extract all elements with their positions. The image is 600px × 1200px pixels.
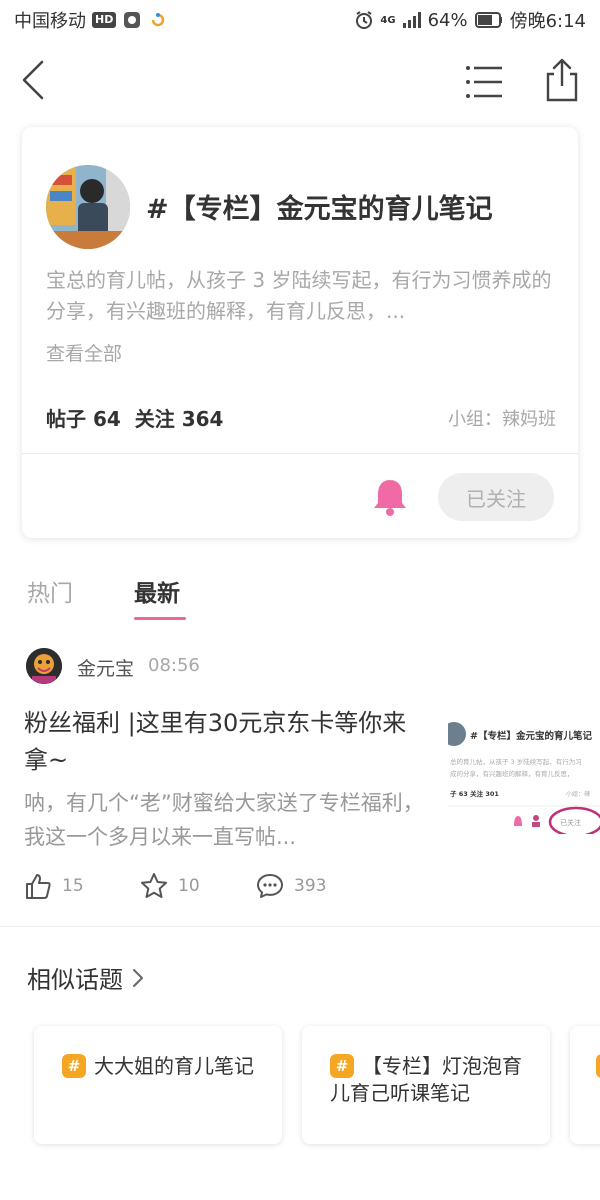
topic-card: #【专栏】金元宝的育儿笔记 宝总的育儿帖，从孩子 3 岁陆续写起，有行为习惯养成…	[22, 127, 578, 538]
status-bar-left: 中国移动 HD	[14, 7, 168, 33]
see-all-link[interactable]: 查看全部	[46, 339, 122, 366]
status-bar: 中国移动 HD 4G 64% 傍晚6:14	[0, 0, 600, 40]
similar-topic-label: 【专栏】灯泡泡育儿育己听课笔记	[330, 1054, 522, 1105]
share-button[interactable]	[540, 56, 584, 104]
chevron-right-icon	[133, 968, 143, 987]
menu-list-button[interactable]	[462, 62, 506, 102]
post-title[interactable]: 粉丝福利 |这里有30元京东卡等你来拿~	[24, 705, 424, 779]
nav-bar	[0, 44, 600, 120]
battery-icon	[474, 10, 504, 30]
back-arrow-icon	[22, 60, 44, 100]
topic-avatar	[46, 165, 130, 249]
similar-topic-label: 大大姐的育儿笔记	[94, 1054, 254, 1078]
battery-percent: 64%	[427, 9, 468, 31]
like-button[interactable]: 15	[24, 872, 84, 900]
thumbnail-screenshot: #【专栏】金元宝的育儿笔记 总的育儿帖，从孩子 3 岁陆续写起，有行为习 成的分…	[448, 712, 600, 834]
sync-notification-icon	[148, 10, 168, 30]
post-author-avatar[interactable]	[26, 648, 62, 684]
post-excerpt[interactable]: 呐，有几个“老”财蜜给大家送了专栏福利，我这一个多月以来一直写帖...	[24, 786, 424, 854]
thumbnail-line-1: 总的育儿帖，从孩子 3 岁陆续写起，有行为习	[450, 757, 582, 766]
group-label[interactable]: 小组：辣妈班	[448, 405, 556, 431]
hd-badge: HD	[92, 12, 117, 28]
similar-topics-title: 相似话题	[27, 966, 123, 994]
star-icon	[141, 873, 167, 898]
favorite-button[interactable]: 10	[140, 872, 200, 900]
comment-count: 393	[294, 876, 327, 896]
similar-topic-card[interactable]: # 【专栏】灯泡泡育儿育己听课笔记	[302, 1026, 550, 1144]
post-author-name[interactable]: 金元宝	[77, 654, 134, 681]
post-time: 08:56	[148, 655, 200, 676]
followed-button[interactable]: 已关注	[438, 473, 554, 521]
app-notification-icon	[122, 10, 142, 30]
comment-button[interactable]: 393	[256, 872, 326, 900]
list-icon	[466, 66, 502, 98]
follows-count: 364	[181, 407, 224, 431]
topic-title: #【专栏】金元宝的育儿笔记	[146, 194, 493, 225]
bell-icon	[374, 480, 406, 516]
section-divider	[0, 926, 600, 927]
alarm-icon	[354, 10, 374, 30]
post-actions: 15 10 393	[0, 872, 600, 904]
thumbnail-line-2: 成的分享，有兴趣班的解释，有育儿反思，	[450, 769, 574, 778]
thumbnail-user-icon	[533, 815, 539, 821]
thumbnail-group: 小组：辣	[566, 790, 590, 798]
similar-topics-header[interactable]: 相似话题	[27, 960, 145, 995]
topic-description: 宝总的育儿帖，从孩子 3 岁陆续写起，有行为习惯养成的分享，有兴趣班的解释，有育…	[46, 268, 552, 323]
post-thumbnail[interactable]: #【专栏】金元宝的育儿笔记 总的育儿帖，从孩子 3 岁陆续写起，有行为习 成的分…	[448, 712, 600, 834]
posts-count: 64	[92, 407, 121, 431]
clock-time: 傍晚6:14	[509, 11, 586, 32]
carrier-name: 中国移动	[14, 11, 86, 32]
signal-icon	[402, 10, 422, 30]
notify-bell-button[interactable]	[372, 477, 408, 517]
active-tab-indicator	[134, 617, 186, 620]
share-icon	[546, 58, 578, 102]
tab-latest[interactable]: 最新	[134, 574, 180, 608]
status-bar-right: 4G 64% 傍晚6:14	[354, 7, 586, 33]
favorite-count: 10	[178, 876, 200, 896]
follows-label: 关注	[134, 407, 175, 431]
thumbnail-stats: 子 63 关注 301	[450, 789, 499, 798]
like-count: 15	[62, 876, 84, 896]
card-divider	[22, 453, 578, 454]
thumbnail-title: #【专栏】金元宝的育儿笔记	[470, 730, 592, 742]
similar-topic-card-partial[interactable]: #	[570, 1026, 600, 1144]
topic-stats: 帖子 64 关注 364	[46, 403, 223, 432]
thumbs-up-icon	[26, 874, 51, 899]
network-type: 4G	[380, 14, 396, 26]
similar-topic-card[interactable]: # 大大姐的育儿笔记	[34, 1026, 282, 1144]
tab-hot[interactable]: 热门	[27, 574, 73, 608]
comment-icon	[257, 874, 283, 898]
back-button[interactable]	[16, 56, 56, 104]
topic-hash-icon: #	[596, 1054, 600, 1078]
thumbnail-follow-button: 已关注	[560, 818, 581, 827]
posts-label: 帖子	[46, 407, 86, 431]
